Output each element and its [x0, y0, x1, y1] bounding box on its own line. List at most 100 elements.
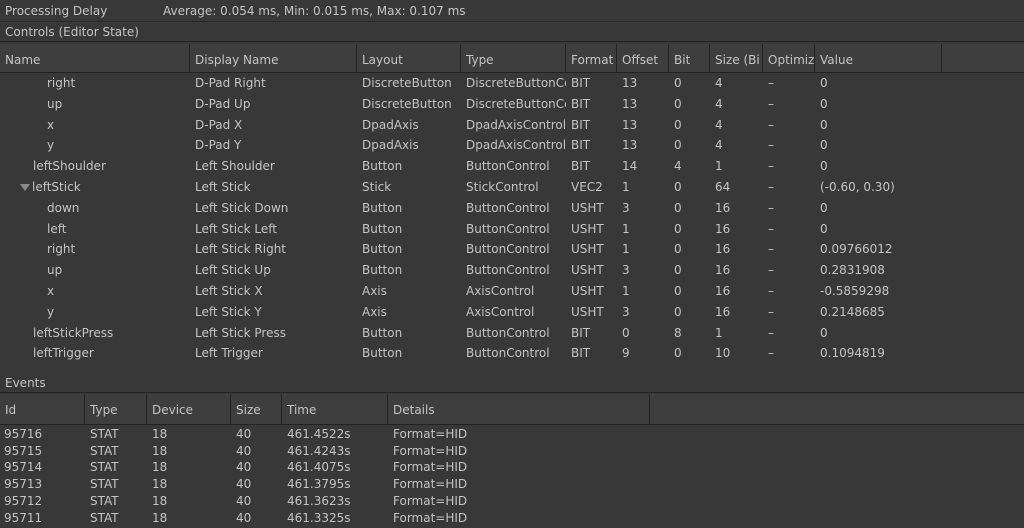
controls-cell-type: DiscreteButtonCc	[466, 76, 566, 90]
events-cell-time: 461.4075s	[287, 460, 351, 475]
controls-cell-value: 0	[820, 76, 828, 90]
controls-column-header[interactable]: Name	[0, 44, 190, 72]
control-name-text: x	[47, 284, 55, 298]
controls-cell-type: AxisControl	[466, 304, 535, 319]
events-cell-id: 95713	[4, 477, 43, 492]
events-row[interactable]: 95713 STAT 18 40 461.3795s Format=HID	[0, 476, 1024, 493]
controls-row[interactable]: x Left Stick X Axis AxisControl USHT 1 0 16 – -0.…	[0, 281, 1024, 301]
controls-column-header[interactable]: Type	[461, 44, 566, 72]
events-column-header[interactable]: Size	[231, 394, 282, 424]
controls-column-header[interactable]: Bit	[669, 44, 710, 72]
controls-cell-format: BIT	[571, 346, 591, 361]
controls-cell-offset: 3	[622, 200, 630, 215]
controls-cell-format: BIT	[571, 96, 591, 111]
controls-section-header[interactable]: Controls (Editor State)	[0, 22, 1024, 42]
controls-cell-name: leftShoulder	[0, 156, 190, 176]
events-cell-details: Format=HID	[393, 493, 468, 508]
controls-column-header[interactable]: Format	[566, 44, 617, 72]
controls-cell-optim: –	[768, 117, 774, 132]
controls-column-header[interactable]: Offset	[617, 44, 669, 72]
controls-cell-bit: 0	[674, 138, 682, 153]
controls-cell-display: Left Shoulder	[195, 159, 275, 174]
controls-cell-name: y	[0, 135, 190, 155]
events-section-header[interactable]: Events	[0, 373, 1024, 393]
events-row[interactable]: 95711 STAT 18 40 461.3325s Format=HID	[0, 510, 1024, 527]
controls-column-header[interactable]: Value	[815, 44, 942, 72]
controls-cell-offset: 13	[622, 117, 638, 132]
events-row[interactable]: 95715 STAT 18 40 461.4243s Format=HID	[0, 443, 1024, 460]
controls-row[interactable]: right Left Stick Right Button ButtonControl…	[0, 239, 1024, 259]
events-cell-time: 461.3795s	[287, 477, 351, 492]
controls-cell-size: 64	[715, 180, 731, 194]
controls-row[interactable]: y Left Stick Y Axis AxisControl USHT 3 0 16 – 0.2…	[0, 302, 1024, 322]
controls-row[interactable]: up Left Stick Up Button ButtonControl USHT 3 0…	[0, 260, 1024, 280]
expand-triangle-icon[interactable]	[20, 184, 30, 191]
controls-cell-optim: –	[768, 159, 774, 174]
controls-cell-offset: 3	[622, 263, 630, 278]
controls-cell-format: USHT	[571, 304, 604, 319]
controls-cell-format: BIT	[571, 117, 591, 132]
controls-cell-value: 0.2148685	[820, 304, 885, 319]
control-name-text: leftStickPress	[33, 325, 114, 340]
events-cell-id: 95715	[4, 443, 43, 458]
controls-table-body[interactable]: right D-Pad Right DiscreteButton DiscreteBu…	[0, 73, 1024, 373]
control-name-text: down	[47, 200, 80, 215]
controls-column-header[interactable]: Layout	[357, 44, 461, 72]
events-cell-type: STAT	[90, 510, 119, 525]
controls-cell-format: USHT	[571, 221, 604, 236]
events-row[interactable]: 95716 STAT 18 40 461.4522s Format=HID	[0, 426, 1024, 443]
controls-cell-layout: Button	[362, 263, 403, 278]
events-cell-id: 95712	[4, 493, 43, 508]
events-cell-id: 95714	[4, 460, 43, 475]
controls-row[interactable]: up D-Pad Up DiscreteButton DiscreteButtonCc…	[0, 94, 1024, 114]
controls-column-header[interactable]: Display Name	[190, 44, 357, 72]
events-column-header[interactable]: Time	[282, 394, 388, 424]
controls-cell-size: 10	[715, 346, 731, 361]
controls-cell-value: 0	[820, 159, 828, 174]
control-name-text: y	[47, 138, 55, 153]
controls-cell-layout: Button	[362, 325, 403, 340]
controls-cell-display: D-Pad Right	[195, 76, 266, 90]
controls-cell-value: 0	[820, 221, 828, 236]
controls-row[interactable]: left Left Stick Left Button ButtonControl US…	[0, 219, 1024, 239]
controls-row[interactable]: x D-Pad X DpadAxis DpadAxisControl BIT 13 0 4 – 0	[0, 115, 1024, 135]
events-table-body[interactable]: 95716 STAT 18 40 461.4522s Format=HID 95715 STA…	[0, 426, 1024, 528]
controls-cell-layout: Axis	[362, 304, 387, 319]
controls-row[interactable]: leftTrigger Left Trigger Button ButtonContr…	[0, 343, 1024, 363]
events-cell-device: 18	[152, 460, 168, 475]
controls-cell-format: BIT	[571, 325, 591, 340]
events-column-header[interactable]: Details	[388, 394, 650, 424]
controls-row[interactable]: leftStickPress Left Stick Press Button Butt…	[0, 323, 1024, 343]
controls-cell-display: Left Stick Up	[195, 263, 271, 278]
controls-cell-bit: 0	[674, 346, 682, 361]
controls-cell-type: ButtonControl	[466, 263, 550, 278]
controls-cell-layout: DiscreteButton	[362, 76, 452, 90]
controls-cell-bit: 0	[674, 96, 682, 111]
controls-cell-display: Left Stick Left	[195, 221, 277, 236]
controls-cell-size: 16	[715, 284, 731, 298]
events-cell-size: 40	[236, 510, 252, 525]
controls-cell-type: ButtonControl	[466, 242, 550, 257]
events-cell-details: Format=HID	[393, 427, 468, 441]
controls-column-header[interactable]: Size (Bi	[710, 44, 763, 72]
controls-row[interactable]: leftStick Left Stick Stick StickControl VEC2…	[0, 177, 1024, 197]
controls-row[interactable]: right D-Pad Right DiscreteButton DiscreteBu…	[0, 73, 1024, 93]
events-column-header[interactable]: Id	[0, 394, 85, 424]
events-cell-size: 40	[236, 477, 252, 492]
controls-cell-bit: 0	[674, 263, 682, 278]
events-row[interactable]: 95714 STAT 18 40 461.4075s Format=HID	[0, 459, 1024, 476]
controls-row[interactable]: leftShoulder Left Shoulder Button ButtonCon…	[0, 156, 1024, 176]
events-column-header[interactable]: Device	[147, 394, 231, 424]
controls-row[interactable]: down Left Stick Down Button ButtonControl US…	[0, 198, 1024, 218]
events-row[interactable]: 95712 STAT 18 40 461.3623s Format=HID	[0, 493, 1024, 510]
controls-column-header[interactable]: Optimiz	[763, 44, 815, 72]
events-cell-size: 40	[236, 443, 252, 458]
events-cell-details: Format=HID	[393, 510, 468, 525]
controls-section-title: Controls (Editor State)	[5, 25, 139, 39]
events-cell-device: 18	[152, 443, 168, 458]
events-cell-size: 40	[236, 427, 252, 441]
controls-row[interactable]: y D-Pad Y DpadAxis DpadAxisControl BIT 13 0 4 – 0	[0, 135, 1024, 155]
events-column-header[interactable]: Type	[85, 394, 147, 424]
controls-cell-size: 1	[715, 325, 723, 340]
controls-table-header: Name Display Name Layout Type Format Offset Bi…	[0, 44, 1024, 73]
